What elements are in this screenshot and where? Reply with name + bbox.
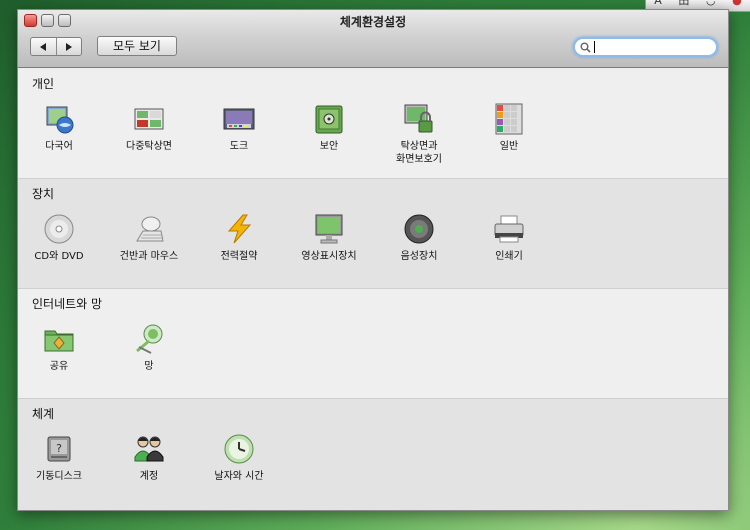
pref-label: 탁상면과 화면보호기 (396, 141, 442, 165)
forward-arrow-icon (65, 42, 72, 51)
pref-energy-saver[interactable]: 전력절약 (194, 213, 284, 263)
pref-label: 계정 (139, 471, 159, 482)
color-grid-icon (493, 103, 525, 135)
flag-globe-icon (43, 103, 75, 135)
sharing-folder-icon (43, 323, 75, 355)
pref-security[interactable]: 보안 (284, 103, 374, 153)
spaces-icon (133, 103, 165, 135)
pref-label: 전력절약 (220, 251, 258, 262)
status-menu-icon[interactable]: ● (732, 0, 742, 6)
dock-icon (223, 103, 255, 135)
pref-label: 인쇄기 (495, 251, 523, 262)
svg-text:?: ? (56, 442, 62, 455)
section-title: 개인 (32, 77, 55, 91)
section-internet-network: 인터네트와 망 공유 망 (18, 289, 728, 399)
pref-label: 다중탁상면 (126, 141, 172, 152)
search-input[interactable] (598, 40, 708, 54)
pref-accounts[interactable]: 계정 (104, 433, 194, 483)
forward-button[interactable] (55, 38, 82, 55)
pref-label: 일반 (499, 141, 519, 152)
pref-label: 도크 (229, 141, 249, 152)
search-field[interactable] (573, 37, 718, 57)
cd-icon (43, 213, 75, 245)
pref-sound[interactable]: 음성장치 (374, 213, 464, 263)
pref-cd-dvd[interactable]: CD와 DVD (18, 213, 104, 263)
pref-label: 건반과 마우스 (119, 251, 179, 262)
back-button[interactable] (31, 38, 56, 55)
window-title: 체계환경설정 (339, 15, 407, 29)
window-menu-icon[interactable]: 田 (678, 0, 689, 6)
pref-network[interactable]: 망 (104, 323, 194, 373)
accounts-icon (133, 433, 165, 465)
section-hardware: 장치 CD와 DVD 건반과 마우스 전력절약 영상표시장치 음성장치 인쇄기 (18, 179, 728, 289)
section-system: 체계 ? 기동디스크 계정 날자와 시간 (18, 399, 728, 510)
text-cursor (594, 41, 595, 53)
pref-desktop-screensaver[interactable]: 탁상면과 화면보호기 (374, 103, 464, 166)
speaker-menu-icon[interactable]: ◡ (706, 0, 716, 6)
pref-spaces[interactable]: 다중탁상면 (104, 103, 194, 153)
title-bar: 체계환경설정 모두 보기 (18, 10, 728, 68)
pref-printer[interactable]: 인쇄기 (464, 213, 554, 263)
disk-icon: ? (43, 433, 75, 465)
preferences-window: 체계환경설정 모두 보기 개인 다국어 다중탁상면 도크 보안 탁상면과 화면보… (17, 9, 729, 511)
pref-label: 보안 (319, 141, 339, 152)
pref-label: 기동디스크 (36, 471, 82, 482)
pref-sharing[interactable]: 공유 (18, 323, 104, 373)
pref-dock[interactable]: 도크 (194, 103, 284, 153)
pref-label: 음성장치 (400, 251, 438, 262)
pref-label: 영상표시장치 (301, 251, 357, 262)
back-arrow-icon (40, 42, 47, 51)
section-title: 장치 (32, 187, 55, 201)
speaker-icon (403, 213, 435, 245)
section-personal: 개인 다국어 다중탁상면 도크 보안 탁상면과 화면보호기 일반 (18, 69, 728, 179)
printer-icon (493, 213, 525, 245)
desktop-lock-icon (403, 103, 435, 135)
navigation-buttons (30, 37, 82, 56)
keyboard-mouse-icon (133, 213, 165, 245)
pref-label: 망 (144, 361, 154, 372)
pref-label: CD와 DVD (34, 251, 84, 262)
pref-international[interactable]: 다국어 (18, 103, 104, 153)
display-icon (313, 213, 345, 245)
search-icon (580, 42, 591, 53)
show-all-button[interactable]: 모두 보기 (97, 36, 177, 56)
pref-label: 날자와 시간 (214, 471, 264, 482)
section-title: 인터네트와 망 (32, 297, 103, 311)
pref-date-time[interactable]: 날자와 시간 (194, 433, 284, 483)
input-menu-icon[interactable]: A (654, 0, 662, 6)
network-globe-icon (133, 323, 165, 355)
section-title: 체계 (32, 407, 55, 421)
safe-icon (313, 103, 345, 135)
pref-keyboard-mouse[interactable]: 건반과 마우스 (104, 213, 194, 263)
pref-startup-disk[interactable]: ? 기동디스크 (18, 433, 104, 483)
pref-displays[interactable]: 영상표시장치 (284, 213, 374, 263)
pref-label: 다국어 (45, 141, 73, 152)
lightning-icon (223, 213, 255, 245)
clock-icon (223, 433, 255, 465)
pref-general[interactable]: 일반 (464, 103, 554, 153)
pref-label: 공유 (49, 361, 69, 372)
